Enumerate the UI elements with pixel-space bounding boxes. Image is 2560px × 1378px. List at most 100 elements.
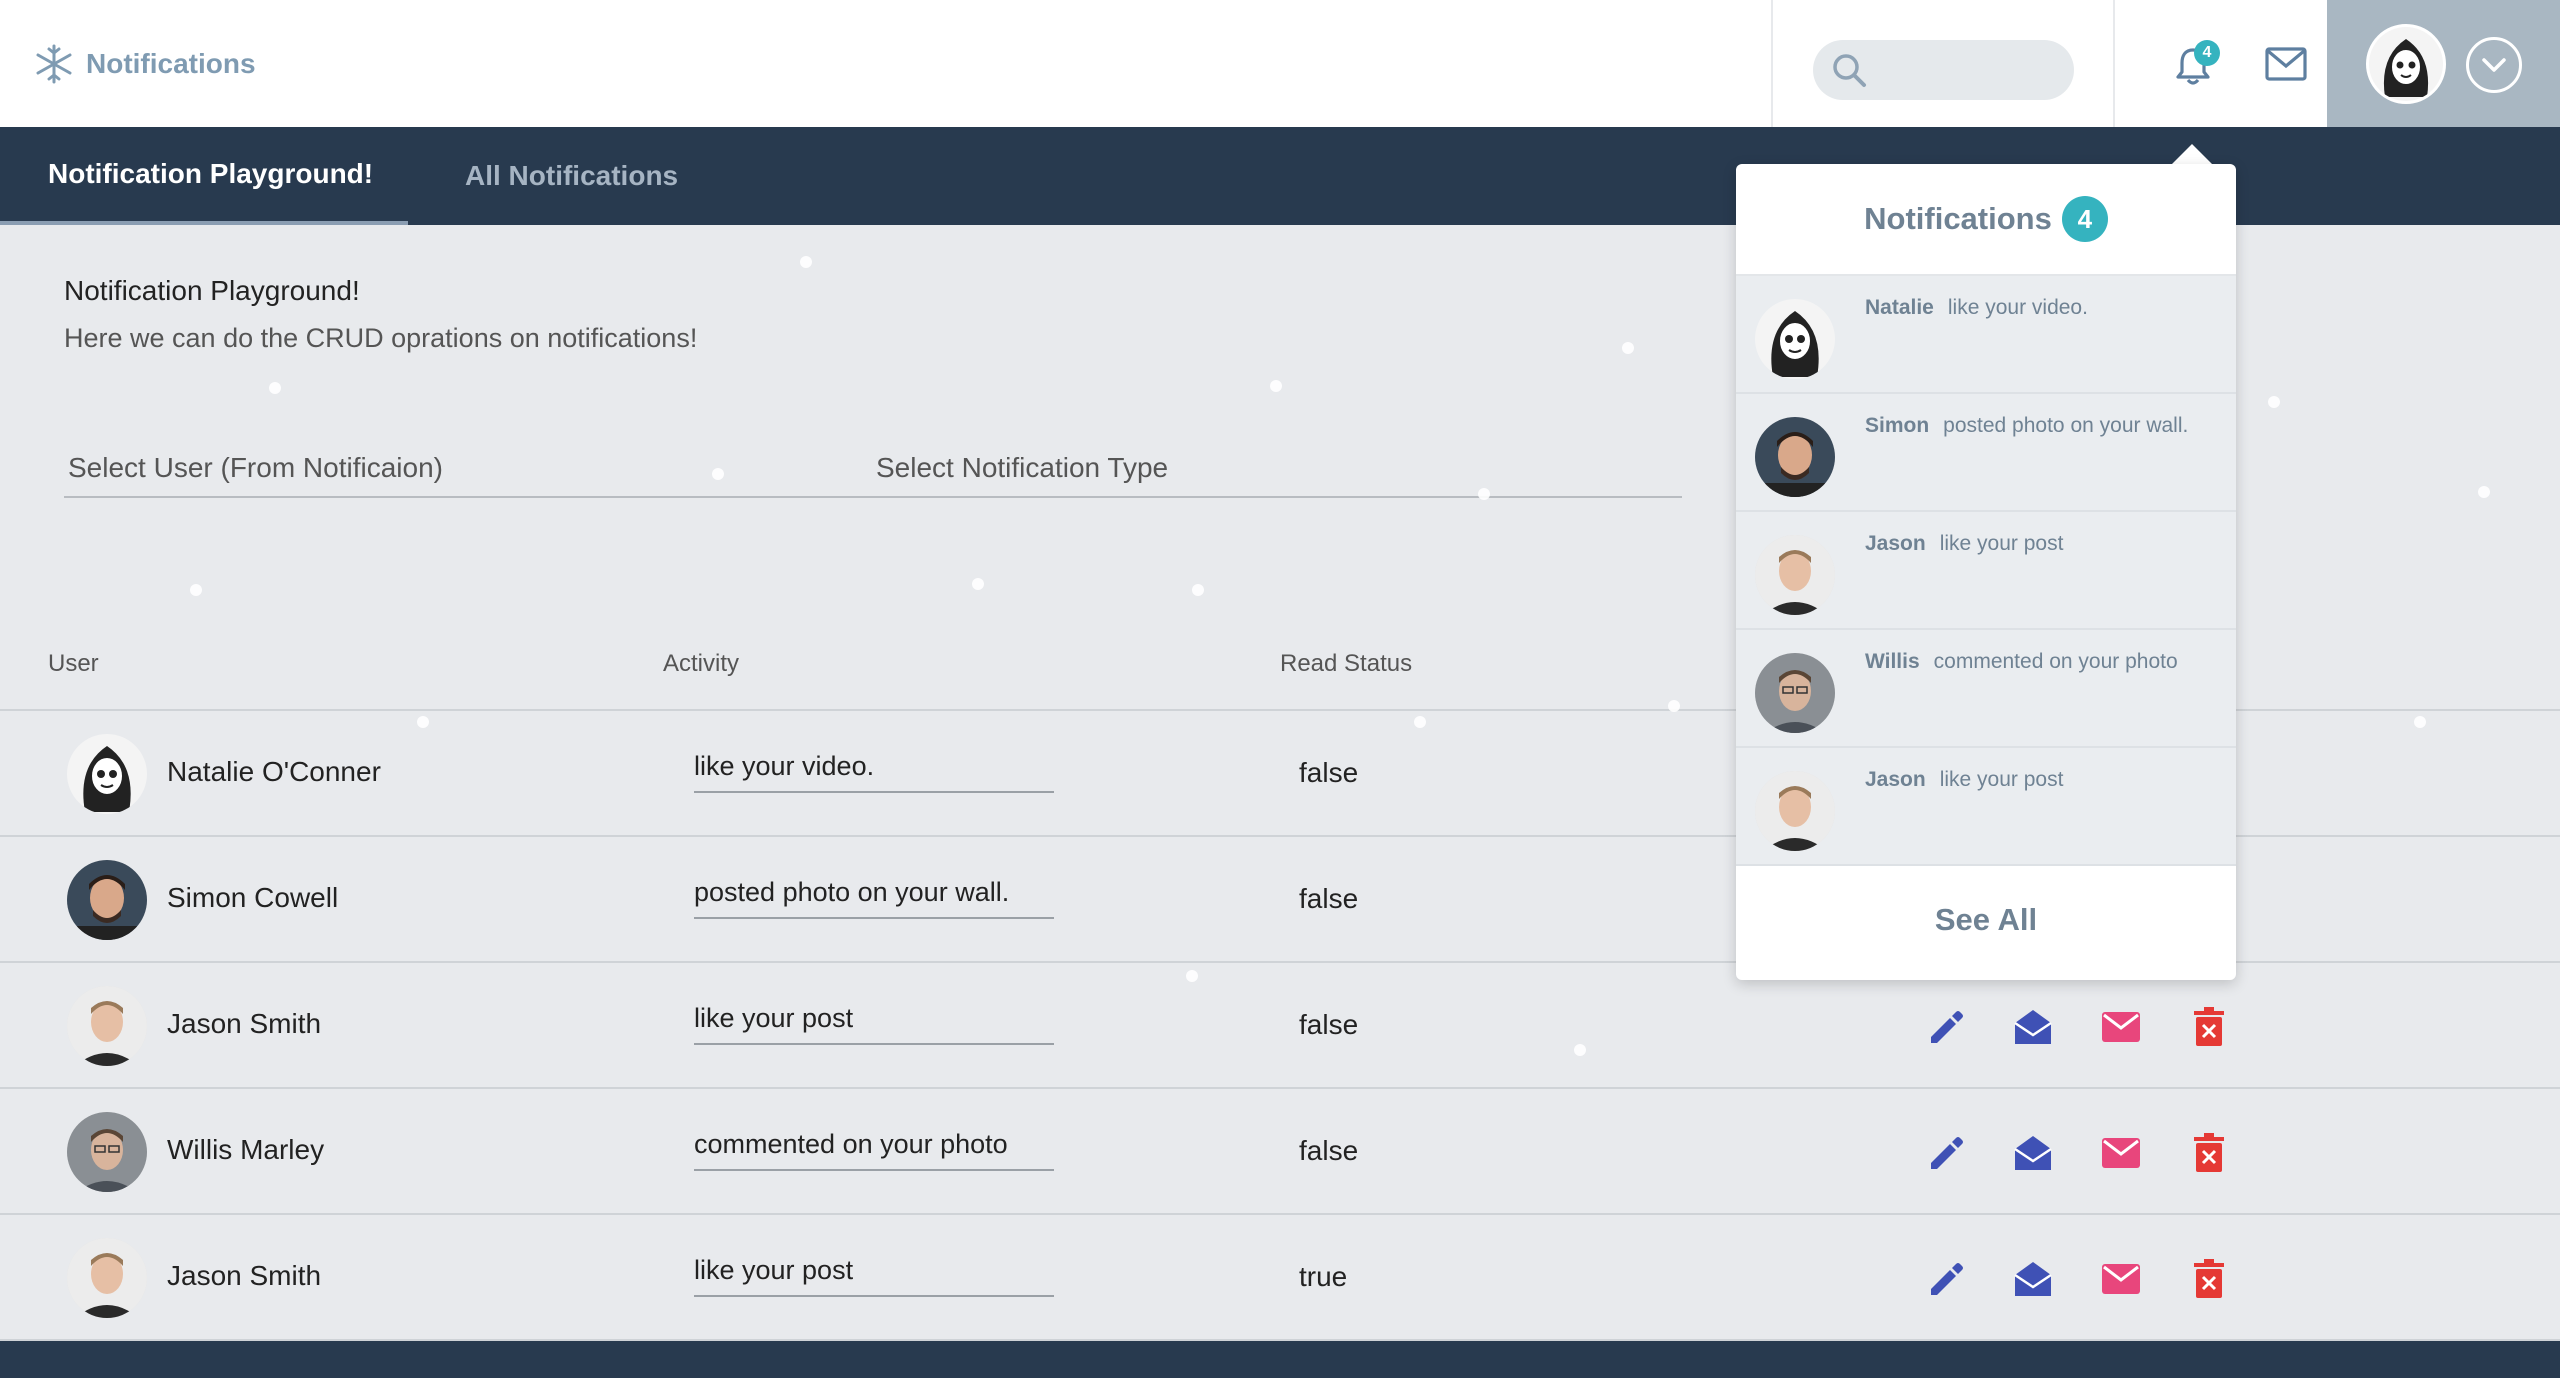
snow-particle (1622, 342, 1634, 354)
mark-read-button[interactable] (2010, 1130, 2056, 1176)
pencil-icon (1931, 1011, 1963, 1043)
activity-field[interactable]: commented on your photo (694, 1123, 1054, 1171)
notification-item[interactable]: Jason like your post (1736, 512, 2236, 630)
avatar (1755, 535, 1835, 615)
avatar (67, 1238, 147, 1318)
notification-user: Natalie (1865, 296, 1934, 319)
trash-icon (2194, 1007, 2224, 1046)
user-menu-toggle[interactable] (2466, 37, 2522, 93)
user-name: Jason Smith (167, 1008, 322, 1039)
column-activity: Activity (663, 650, 740, 677)
row-actions (1922, 1004, 2232, 1050)
mail-icon (2102, 1138, 2140, 1168)
avatar-jason (1755, 535, 1835, 615)
tab-notification-playground[interactable]: Notification Playground! (0, 127, 408, 225)
edit-button[interactable] (1922, 1130, 1968, 1176)
brand-title: Notifications (86, 48, 256, 79)
table-row: Jason Smith like your post false (0, 963, 2560, 1089)
notification-text: Simon posted photo on your wall. (1865, 414, 2188, 438)
mail-open-icon (2014, 1262, 2052, 1296)
read-status: true (1299, 1261, 1348, 1292)
activity-field[interactable]: posted photo on your wall. (694, 871, 1054, 919)
mark-read-button[interactable] (2010, 1004, 2056, 1050)
page-title: Notification Playground! (64, 275, 360, 306)
user-name: Natalie O'Conner (167, 756, 381, 787)
avatar-willis (1755, 653, 1835, 733)
avatar[interactable] (2366, 24, 2446, 104)
select-notification-type-field[interactable]: Select Notification Type (872, 448, 1682, 498)
activity-field[interactable]: like your post (694, 1249, 1054, 1297)
notification-item[interactable]: Jason like your post (1736, 748, 2236, 866)
table-row: Jason Smith like your post true (0, 1215, 2560, 1341)
notification-text: Jason like your post (1865, 768, 2063, 792)
avatar-natalie (83, 746, 131, 812)
snow-particle (417, 716, 429, 728)
notification-message: like your video. (1947, 296, 2088, 319)
delete-button[interactable] (2186, 1004, 2232, 1050)
search-icon (1833, 54, 1866, 87)
edit-button[interactable] (1922, 1256, 1968, 1302)
trash-icon (2194, 1259, 2224, 1298)
mark-unread-button[interactable] (2098, 1256, 2144, 1302)
notification-item[interactable]: Natalie like your video. (1736, 276, 2236, 394)
delete-button[interactable] (2186, 1256, 2232, 1302)
search-box[interactable] (1813, 40, 2074, 100)
edit-button[interactable] (1922, 1004, 1968, 1050)
notification-text: Willis commented on your photo (1865, 650, 2178, 674)
footer-bar (0, 1341, 2560, 1378)
dropdown-count-badge: 4 (2061, 196, 2108, 242)
notification-item[interactable]: Simon posted photo on your wall. (1736, 394, 2236, 512)
snow-particle (2268, 396, 2280, 408)
see-all-link[interactable]: See All (1935, 902, 2037, 938)
avatar (1755, 653, 1835, 733)
notification-user: Willis (1865, 650, 1920, 673)
mail-icon (2102, 1012, 2140, 1042)
user-name: Willis Marley (167, 1134, 325, 1165)
avatar-jason (67, 1238, 147, 1318)
avatar (1755, 299, 1835, 379)
notification-message: like your post (1939, 532, 2064, 555)
user-menu[interactable] (2327, 0, 2560, 127)
top-bar: Notifications 4 (0, 0, 2560, 127)
notification-user: Jason (1865, 532, 1926, 555)
mail-icon[interactable] (2264, 46, 2308, 82)
mark-unread-button[interactable] (2098, 1004, 2144, 1050)
read-status: false (1299, 757, 1359, 788)
search-input[interactable] (1877, 57, 2057, 83)
tab-all-notifications[interactable]: All Notifications (465, 127, 678, 225)
avatar-willis (67, 1112, 147, 1192)
mark-unread-button[interactable] (2098, 1130, 2144, 1176)
avatar (1755, 771, 1835, 851)
notification-item[interactable]: Willis commented on your photo (1736, 630, 2236, 748)
dropdown-arrow (2170, 144, 2214, 166)
snow-particle (1478, 488, 1490, 500)
snow-particle (712, 468, 724, 480)
activity-field[interactable]: like your post (694, 997, 1054, 1045)
avatar-natalie (1771, 311, 1819, 377)
pencil-icon (1931, 1263, 1963, 1295)
trash-icon (2194, 1133, 2224, 1172)
snow-particle (1270, 380, 1282, 392)
notification-user: Simon (1865, 414, 1930, 437)
snow-particle (2414, 716, 2426, 728)
snow-particle (190, 584, 202, 596)
dropdown-footer: See All (1736, 866, 2236, 974)
read-status: false (1299, 1009, 1359, 1040)
brand[interactable]: Notifications (34, 44, 256, 84)
avatar-jason (1755, 771, 1835, 851)
snow-particle (1574, 1044, 1586, 1056)
avatar (67, 986, 147, 1066)
mark-read-button[interactable] (2010, 1256, 2056, 1302)
delete-button[interactable] (2186, 1130, 2232, 1176)
dropdown-title: Notifications (1864, 201, 2052, 236)
avatar-simon (1755, 417, 1835, 497)
avatar (1755, 417, 1835, 497)
divider (1771, 0, 1773, 127)
activity-field[interactable]: like your video. (694, 745, 1054, 793)
page-subtitle: Here we can do the CRUD oprations on not… (64, 323, 698, 353)
read-status: false (1299, 883, 1359, 914)
table-row: Willis Marley commented on your photo fa… (0, 1089, 2560, 1215)
row-actions (1922, 1130, 2232, 1176)
snow-particle (2478, 486, 2490, 498)
select-user-field[interactable]: Select User (From Notificaion) (64, 448, 872, 498)
